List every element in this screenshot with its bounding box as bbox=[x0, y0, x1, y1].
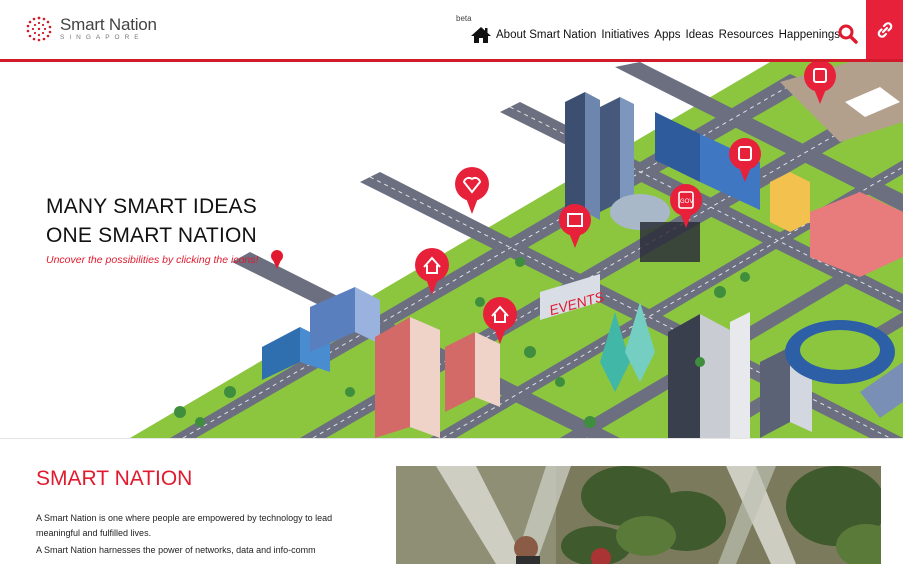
site-header: Smart Nation SINGAPORE beta About Smart … bbox=[0, 0, 903, 62]
beta-label: beta bbox=[456, 14, 472, 23]
logo-name: Smart Nation bbox=[60, 15, 157, 35]
logo-dots-icon bbox=[26, 16, 52, 42]
hero-title: MANY SMART IDEAS ONE SMART NATION bbox=[46, 192, 257, 250]
hero-subtitle: Uncover the possibilities by clicking th… bbox=[46, 254, 259, 266]
section-divider bbox=[0, 438, 903, 439]
link-icon bbox=[877, 21, 892, 38]
share-link-button[interactable] bbox=[866, 0, 903, 59]
isometric-city-illustration: EVENTS GOV bbox=[130, 62, 903, 438]
section-heading: SMART NATION bbox=[36, 467, 193, 490]
video-player[interactable] bbox=[396, 466, 881, 564]
nav-item-ideas[interactable]: Ideas bbox=[686, 29, 714, 41]
nav-item-about[interactable]: About Smart Nation bbox=[496, 29, 596, 41]
main-nav: beta About Smart Nation Initiatives Apps… bbox=[456, 0, 845, 59]
search-icon[interactable] bbox=[836, 22, 860, 46]
nav-item-apps[interactable]: Apps bbox=[654, 29, 680, 41]
hero-banner: EVENTS GOV MANY SMART IDEAS ONE SMART NA… bbox=[0, 62, 903, 438]
nav-item-initiatives[interactable]: Initiatives bbox=[601, 29, 649, 41]
hero-title-line1: MANY SMART IDEAS bbox=[46, 195, 257, 218]
map-pin-icon bbox=[271, 250, 283, 269]
nav-item-happenings[interactable]: Happenings bbox=[779, 29, 840, 41]
svg-text:GOV: GOV bbox=[680, 199, 693, 205]
home-icon[interactable] bbox=[470, 26, 492, 44]
smart-nation-logo[interactable]: Smart Nation SINGAPORE bbox=[24, 14, 157, 44]
section-paragraph-1: A Smart Nation is one where people are e… bbox=[36, 513, 333, 538]
video-thumbnail bbox=[396, 466, 881, 564]
nav-item-resources[interactable]: Resources bbox=[719, 29, 774, 41]
logo-subtitle: SINGAPORE bbox=[60, 34, 144, 42]
section-paragraph-2: A Smart Nation harnesses the power of ne… bbox=[36, 545, 316, 555]
hero-title-line2: ONE SMART NATION bbox=[46, 224, 257, 247]
